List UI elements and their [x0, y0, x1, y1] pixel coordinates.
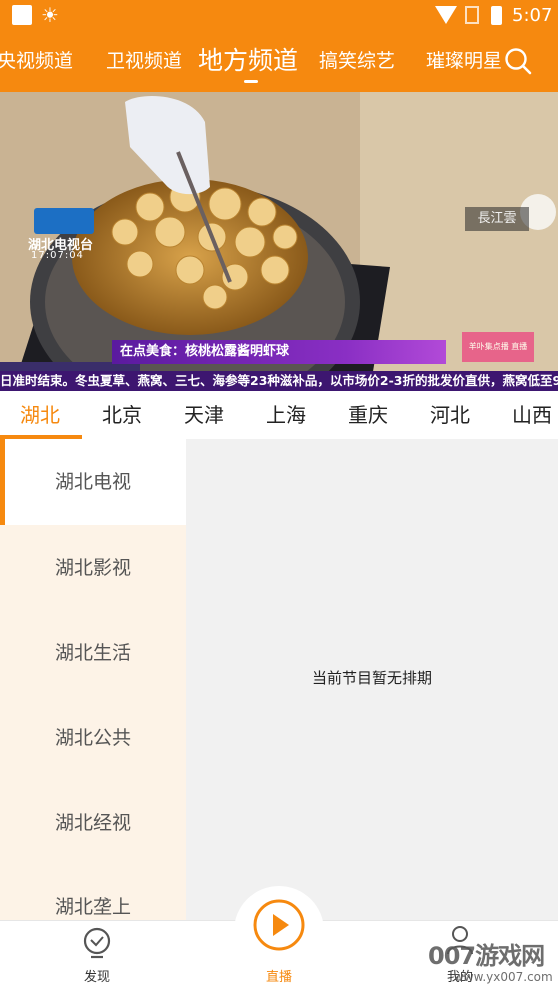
battery-icon: [491, 6, 502, 25]
channel-logo: 湖北电视台 17:07:04: [28, 208, 98, 264]
tab-local[interactable]: 地方频道: [198, 32, 298, 92]
site-watermark-main: 007游戏网: [428, 942, 545, 970]
channel-item[interactable]: 湖北垄上: [0, 864, 186, 920]
channel-label: 湖北生活: [55, 642, 132, 664]
active-tab-indicator: [244, 80, 258, 83]
video-watermark: 長江雲: [465, 207, 529, 231]
video-caption: 在点美食：核桃松露酱明虾球: [112, 340, 446, 364]
wifi-icon: [435, 6, 457, 24]
live-play-icon: [253, 899, 305, 951]
channel-logo-mark: [34, 208, 94, 234]
schedule-panel: 当前节目暂无排期: [186, 439, 558, 920]
tab-satellite[interactable]: 卫视频道: [106, 32, 182, 92]
schedule-empty-text: 当前节目暂无排期: [311, 669, 432, 687]
province-tabs: 湖北 北京 天津 上海 重庆 河北 山西: [0, 391, 558, 439]
site-watermark: 007游戏网 www.yx007.com: [428, 936, 554, 990]
tab-cctv[interactable]: 央视频道: [0, 32, 73, 92]
site-watermark-url: www.yx007.com: [454, 970, 553, 984]
channel-list: 湖北电视 湖北影视 湖北生活 湖北公共 湖北经视 湖北垄上: [0, 439, 186, 920]
channel-label: 湖北电视: [55, 471, 132, 493]
nav-live-label: 直播: [265, 970, 292, 985]
nav-discover[interactable]: 发现: [57, 920, 137, 992]
channel-item[interactable]: 湖北经视: [0, 780, 186, 866]
status-bar: ☀ 5:07: [0, 0, 558, 32]
video-badge: 羊卟集点播 直播: [462, 332, 534, 362]
tab-comedy[interactable]: 搞笑综艺: [319, 32, 395, 92]
video-ticker: 日准时结束。冬虫夏草、燕窝、三七、海参等23种滋补品，以市场价2-3折的批发价直…: [0, 371, 558, 391]
province-tab-shanxi[interactable]: 山西: [512, 391, 552, 439]
no-signal-icon: [465, 6, 479, 24]
channel-label: 湖北影视: [55, 557, 132, 579]
channel-item[interactable]: 湖北公共: [0, 695, 186, 781]
lightbulb-icon: [83, 927, 111, 959]
brightness-icon: ☀: [41, 3, 59, 27]
province-tab-beijing[interactable]: 北京: [102, 391, 142, 439]
video-timestamp: 17:07:04: [31, 250, 84, 261]
status-time: 5:07: [512, 5, 553, 26]
province-tab-tianjin[interactable]: 天津: [184, 391, 224, 439]
channel-label: 湖北垄上: [55, 896, 132, 918]
tab-stars[interactable]: 璀璨明星: [426, 32, 502, 92]
category-tabs: 央视频道 卫视频道 地方频道 搞笑综艺 璀璨明星: [0, 32, 558, 92]
channel-item[interactable]: 湖北电视: [0, 439, 186, 525]
channel-item[interactable]: 湖北生活: [0, 610, 186, 696]
channel-label: 湖北公共: [55, 727, 132, 749]
nav-live[interactable]: 直播: [239, 899, 319, 992]
channel-item[interactable]: 湖北影视: [0, 525, 186, 611]
province-tab-shanghai[interactable]: 上海: [266, 391, 306, 439]
province-tab-chongqing[interactable]: 重庆: [348, 391, 388, 439]
search-icon[interactable]: [504, 47, 532, 75]
notification-icon: [12, 5, 32, 25]
nav-discover-label: 发现: [83, 970, 110, 985]
channel-label: 湖北经视: [55, 812, 132, 834]
province-tab-hebei[interactable]: 河北: [430, 391, 470, 439]
province-tab-hubei[interactable]: 湖北: [20, 391, 60, 439]
